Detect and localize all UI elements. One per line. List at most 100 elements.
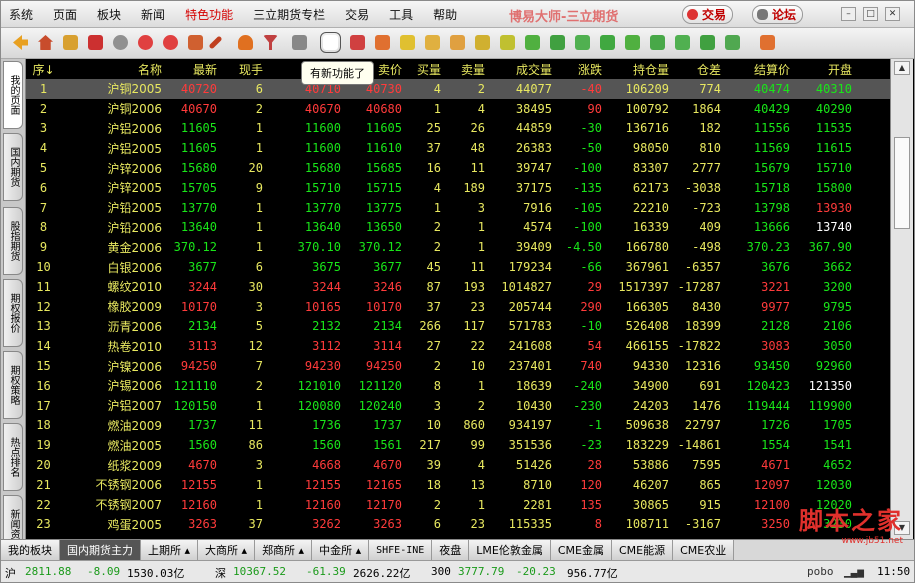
table-row[interactable]: 14 热卷2010 3113 12 3112 3114 27 22 241608 54 466155…: [26, 336, 890, 356]
menu-item-4[interactable]: 新闻: [141, 6, 165, 23]
table-row[interactable]: 7 沪铅2005 13770 1 13770 13775 1 3 7916 -105 22210 -7…: [26, 198, 890, 218]
sheet-tab-8[interactable]: 夜盘: [432, 540, 470, 560]
menu-item-7[interactable]: 交易: [345, 6, 369, 23]
quote-table-icon[interactable]: [320, 32, 341, 53]
menu-item-1[interactable]: 系统: [9, 6, 33, 23]
table-row[interactable]: 3 沪铝2006 11605 1 11600 11605 25 26 44859 -30 13671…: [26, 119, 890, 139]
column-header-bq[interactable]: 买量: [405, 59, 444, 79]
side-tab-6[interactable]: 热点排名: [3, 423, 23, 491]
pen-icon[interactable]: [208, 35, 223, 50]
flame-icon[interactable]: [238, 35, 253, 50]
side-tab-3[interactable]: 股指期货: [3, 207, 23, 275]
sheet-tab-11[interactable]: CME能源: [612, 540, 674, 560]
menu-item-3[interactable]: 板块: [97, 6, 121, 23]
toolbar-icon-20[interactable]: [550, 35, 565, 50]
sheet-tab-7[interactable]: SHFE-INE: [369, 540, 433, 560]
toolbar-icon-25[interactable]: [675, 35, 690, 50]
column-header-last[interactable]: 最新: [165, 59, 220, 79]
maximize-button[interactable]: □: [863, 7, 878, 21]
chart-icon[interactable]: [350, 35, 365, 50]
table-row[interactable]: 4 沪铝2005 11605 1 11600 11610 37 48 26383 -50 98050…: [26, 138, 890, 158]
side-tab-5[interactable]: 期权策略: [3, 351, 23, 419]
table-row[interactable]: 15 沪镍2006 94250 7 94230 94250 2 10 237401 740 9433…: [26, 356, 890, 376]
close-button[interactable]: ✕: [885, 7, 900, 21]
sheet-tab-12[interactable]: CME农业: [673, 540, 735, 560]
book-icon[interactable]: [63, 35, 78, 50]
toolbar-icon-23[interactable]: [625, 35, 640, 50]
side-tab-1[interactable]: 我的页面: [3, 61, 23, 129]
toolbar-icon-17[interactable]: [475, 35, 490, 50]
new-feature-icon[interactable]: [292, 35, 307, 50]
column-header-idx[interactable]: 序↓: [26, 59, 64, 79]
forum-button[interactable]: 论坛: [752, 5, 804, 24]
table-row[interactable]: 5 沪锌2006 15680 20 15680 15685 16 11 39747 -100 833…: [26, 158, 890, 178]
trade-button[interactable]: 交易: [682, 5, 734, 24]
card-icon[interactable]: [88, 35, 103, 50]
column-header-aq[interactable]: 卖量: [444, 59, 488, 79]
table-row[interactable]: 2 沪铜2006 40670 2 40670 40680 1 4 38495 90 100792 18…: [26, 99, 890, 119]
column-header-cur[interactable]: 现手: [220, 59, 266, 79]
column-header-open[interactable]: 开盘: [793, 59, 855, 79]
column-header-vol[interactable]: 成交量: [488, 59, 555, 79]
column-header-doi[interactable]: 仓差: [672, 59, 724, 79]
side-tab-2[interactable]: 国内期货: [3, 133, 23, 201]
sheet-tab-4[interactable]: 大商所 ▴: [198, 540, 256, 560]
back-arrow-icon[interactable]: [13, 35, 28, 50]
toolbar-icon-26[interactable]: [700, 35, 715, 50]
table-row[interactable]: 8 沪铅2006 13640 1 13640 13650 2 1 4574 -100 16339 40…: [26, 218, 890, 238]
table-row[interactable]: 6 沪锌2005 15705 9 15710 15715 4 189 37175 -135 6217…: [26, 178, 890, 198]
filter-icon[interactable]: [263, 35, 278, 50]
toolbar-icon-27[interactable]: [725, 35, 740, 50]
menu-item-5[interactable]: 特色功能: [185, 6, 233, 23]
sheet-tab-5[interactable]: 郑商所 ▴: [255, 540, 313, 560]
menu-item-6[interactable]: 三立期货专栏: [253, 6, 325, 23]
toolbar-icon-13[interactable]: [375, 35, 390, 50]
toolbar-icon-19[interactable]: [525, 35, 540, 50]
refresh-icon[interactable]: [113, 35, 128, 50]
table-row[interactable]: 16 沪锡2006 121110 2 121010 121120 8 1 18639 -240 34…: [26, 376, 890, 396]
toolbar-icon-18[interactable]: [500, 35, 515, 50]
column-header-oi[interactable]: 持仓量: [605, 59, 672, 79]
table-row[interactable]: 20 纸浆2009 4670 3 4668 4670 39 4 51426 28 53886 7595…: [26, 455, 890, 475]
side-tab-4[interactable]: 期权报价: [3, 279, 23, 347]
table-row[interactable]: 23 鸡蛋2005 3263 37 3262 3263 6 23 115335 8 108711 -3…: [26, 515, 890, 535]
toolbar-icon-15[interactable]: [425, 35, 440, 50]
table-row[interactable]: 17 沪铝2007 120150 1 120080 120240 3 2 10430 -230 24…: [26, 396, 890, 416]
toolbar-icon-28[interactable]: [760, 35, 775, 50]
menu-item-9[interactable]: 帮助: [433, 6, 457, 23]
minimize-button[interactable]: –: [841, 7, 856, 21]
sheet-tab-3[interactable]: 上期所 ▴: [141, 540, 199, 560]
toolbar-icon-16[interactable]: [450, 35, 465, 50]
table-row[interactable]: 10 白银2006 3677 6 3675 3677 45 11 179234 -66 367961…: [26, 257, 890, 277]
zoom-in-icon[interactable]: [138, 35, 153, 50]
sheet-tab-9[interactable]: LME伦敦金属: [469, 540, 551, 560]
table-row[interactable]: 19 燃油2005 1560 86 1560 1561 217 99 351536 -23 1832…: [26, 435, 890, 455]
table-row[interactable]: 21 不锈钢2006 12155 1 12155 12165 18 13 8710 120 4620…: [26, 475, 890, 495]
table-row[interactable]: 9 黄金2006 370.12 1 370.10 370.12 2 1 39409 -4.50 16…: [26, 237, 890, 257]
home-icon[interactable]: [38, 35, 53, 50]
column-header-chg[interactable]: 涨跌: [555, 59, 605, 79]
menu-item-2[interactable]: 页面: [53, 6, 77, 23]
table-row[interactable]: 13 沥青2006 2134 5 2132 2134 266 117 571783 -10 5264…: [26, 317, 890, 337]
table-row[interactable]: 18 燃油2009 1737 11 1736 1737 10 860 934197 -1 50963…: [26, 416, 890, 436]
sheet-tab-6[interactable]: 中金所 ▴: [312, 540, 370, 560]
sheet-tab-2[interactable]: 国内期货主力: [60, 540, 141, 560]
table-row[interactable]: 11 螺纹2010 3244 30 3244 3246 87 193 1014827 29 1517…: [26, 277, 890, 297]
toolbar-icon-24[interactable]: [650, 35, 665, 50]
sheet-tab-1[interactable]: 我的板块: [1, 540, 60, 560]
menu-item-8[interactable]: 工具: [389, 6, 413, 23]
layout-icon[interactable]: [188, 35, 203, 50]
column-header-settle[interactable]: 结算价: [724, 59, 793, 79]
toolbar-icon-22[interactable]: [600, 35, 615, 50]
table-row[interactable]: 1 沪铜2005 40720 6 40710 40730 4 2 44077 -40 106209 7…: [26, 79, 890, 99]
toolbar-icon-14[interactable]: [400, 35, 415, 50]
scroll-up-arrow-icon[interactable]: ▲: [894, 61, 910, 75]
toolbar-icon-21[interactable]: [575, 35, 590, 50]
zoom-out-icon[interactable]: [163, 35, 178, 50]
table-row[interactable]: 22 不锈钢2007 12160 1 12160 12170 2 1 2281 135 30865 9…: [26, 495, 890, 515]
table-row[interactable]: 12 橡胶2009 10170 3 10165 10170 37 23 205744 290 166…: [26, 297, 890, 317]
sheet-tab-10[interactable]: CME金属: [550, 540, 612, 560]
column-header-name[interactable]: 名称: [64, 59, 165, 79]
scroll-thumb[interactable]: [894, 137, 910, 229]
vertical-scrollbar[interactable]: ▲ ▼: [890, 59, 913, 539]
